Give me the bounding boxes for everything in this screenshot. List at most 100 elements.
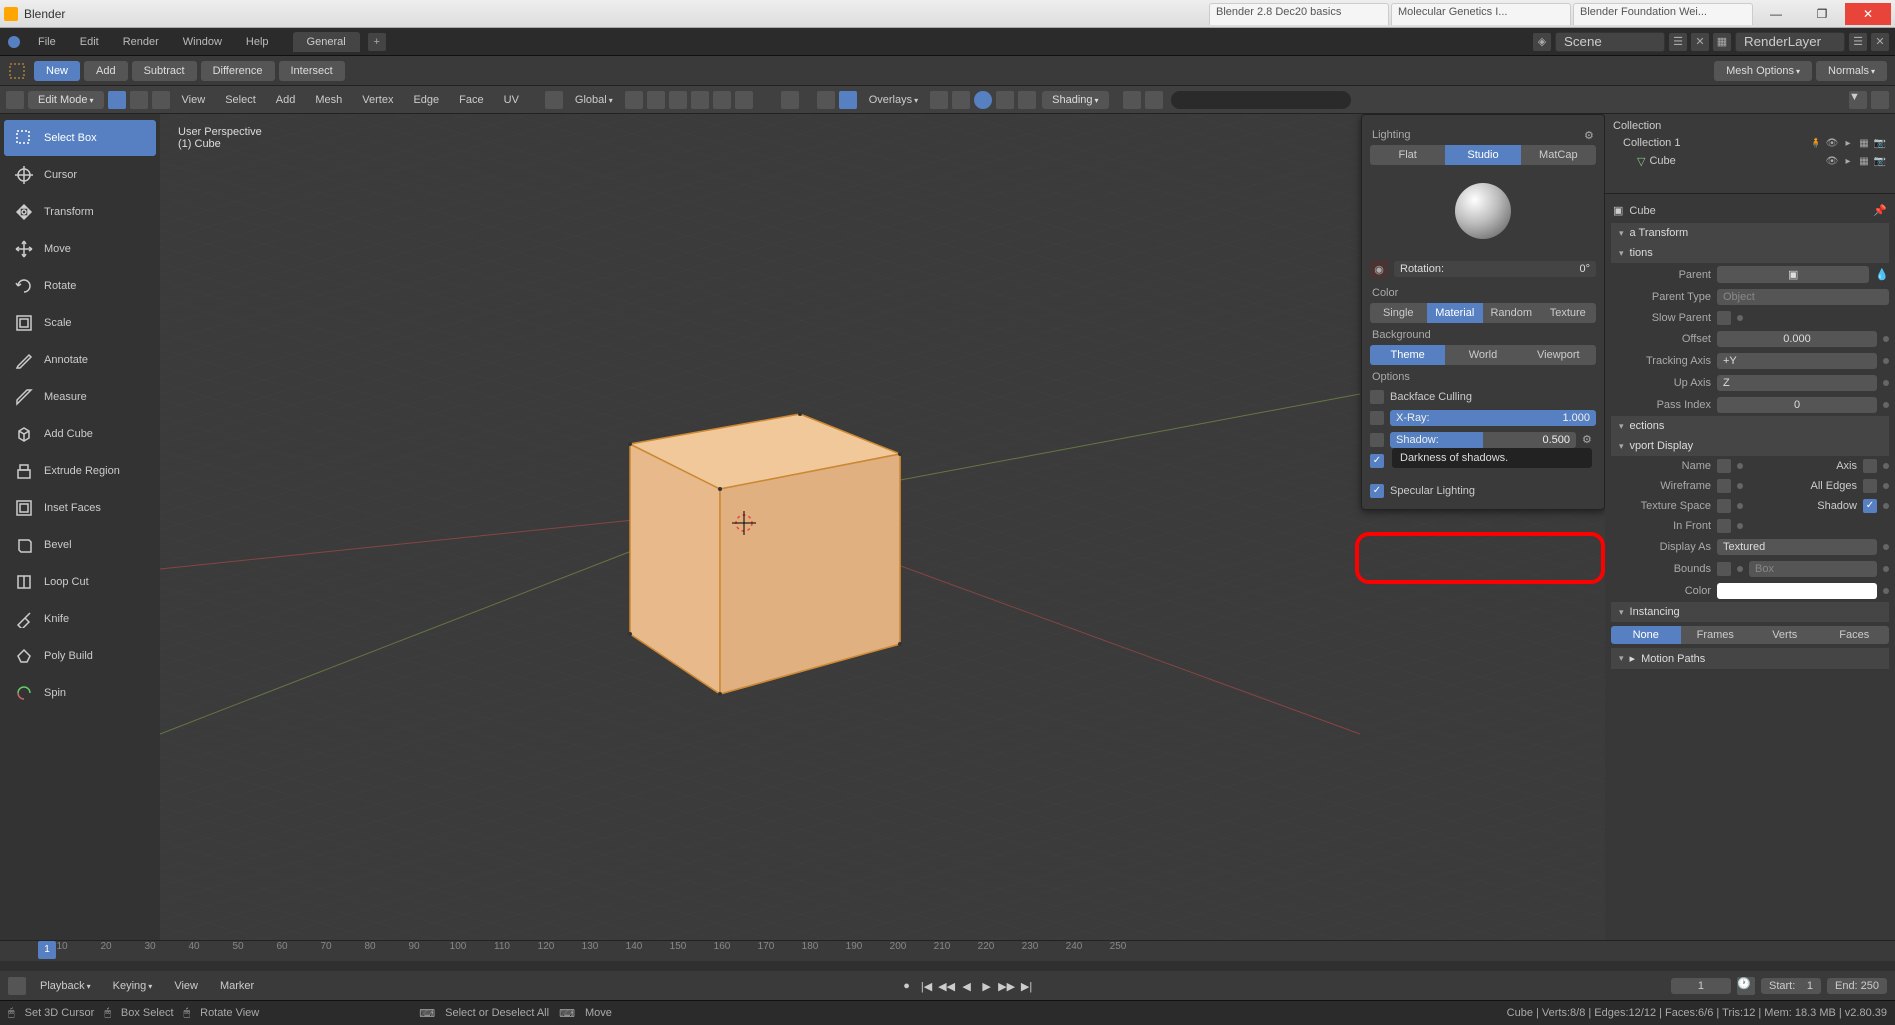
difference-button[interactable]: Difference — [201, 61, 275, 81]
shadow-gear-icon[interactable]: ⚙ — [1582, 433, 1596, 447]
xray-slider[interactable]: X-Ray:1.000 — [1390, 410, 1596, 426]
outliner-collection-1[interactable]: Collection 1 🧍👁▸▦📷 — [1609, 134, 1891, 152]
playback-menu[interactable]: Playback▾ — [32, 977, 99, 995]
shadow-checkbox-prop[interactable] — [1863, 499, 1877, 513]
solid-shading-icon[interactable] — [974, 91, 992, 109]
workspace-general[interactable]: General — [293, 32, 360, 52]
menu-window[interactable]: Window — [175, 32, 230, 52]
axis-checkbox[interactable] — [1863, 459, 1877, 473]
man-icon[interactable]: 🧍 — [1809, 136, 1823, 150]
shadow-checkbox[interactable] — [1370, 433, 1384, 447]
play-rev-button[interactable]: ◀ — [958, 977, 976, 995]
close-button[interactable]: ✕ — [1845, 3, 1891, 25]
arrow-icon[interactable]: ▸ — [1841, 136, 1855, 150]
overlay-icon[interactable] — [817, 91, 835, 109]
tool-loop-cut[interactable]: Loop Cut — [4, 564, 156, 600]
specular-checkbox[interactable] — [1370, 484, 1384, 498]
parent-field[interactable]: ▣ — [1717, 266, 1869, 283]
filter-icon[interactable] — [1123, 91, 1141, 109]
shadow-slider[interactable]: Shadow:0.500 — [1390, 432, 1576, 448]
add-button[interactable]: Add — [84, 61, 128, 81]
tracking-field[interactable]: +Y — [1717, 353, 1877, 369]
menu-face[interactable]: Face — [451, 91, 491, 109]
collections-section[interactable]: ections — [1611, 416, 1889, 436]
overlays-dropdown[interactable]: Overlays▾ — [861, 91, 926, 109]
jump-prev-key-button[interactable]: ◀◀ — [938, 977, 956, 995]
tool-rotate[interactable]: Rotate — [4, 268, 156, 304]
world-button[interactable]: World — [1445, 345, 1520, 365]
face-select-icon[interactable] — [152, 91, 170, 109]
none-button[interactable]: None — [1611, 626, 1681, 644]
cam-icon[interactable]: 📷 — [1873, 136, 1887, 150]
offset-field[interactable]: 0.000 — [1717, 331, 1877, 347]
faces-button[interactable]: Faces — [1820, 626, 1890, 644]
eyedrop-icon[interactable]: 💧 — [1875, 268, 1889, 281]
normals-button[interactable]: Normals▾ — [1816, 61, 1887, 81]
browser-tab[interactable]: Blender 2.8 Dec20 basics — [1209, 3, 1389, 25]
theme-button[interactable]: Theme — [1370, 345, 1445, 365]
motion-paths-section[interactable]: ▸ Motion Paths — [1611, 648, 1889, 669]
tool-annotate[interactable]: Annotate — [4, 342, 156, 378]
shading-dropdown[interactable]: Shading▾ — [1042, 91, 1108, 109]
orientation-icon[interactable] — [545, 91, 563, 109]
outliner-cube[interactable]: ▽Cube 👁▸▦📷 — [1609, 152, 1891, 170]
cube-mesh[interactable] — [600, 394, 920, 714]
single-button[interactable]: Single — [1370, 303, 1427, 323]
menu-file[interactable]: File — [30, 32, 64, 52]
pin-icon[interactable]: 📌 — [1873, 204, 1887, 217]
scene-field[interactable] — [1555, 32, 1665, 52]
instancing-section[interactable]: Instancing — [1611, 602, 1889, 622]
tool-poly-build[interactable]: Poly Build — [4, 638, 156, 674]
overlay-toggle-icon[interactable] — [839, 91, 857, 109]
autokeying-toggle[interactable]: ● — [898, 977, 916, 995]
menu-select[interactable]: Select — [217, 91, 264, 109]
tool-scale[interactable]: Scale — [4, 305, 156, 341]
frames-button[interactable]: Frames — [1681, 626, 1751, 644]
render-icon[interactable]: ▦ — [1857, 154, 1871, 168]
render-icon[interactable]: ▦ — [1857, 136, 1871, 150]
minimize-button[interactable]: — — [1753, 3, 1799, 25]
add-workspace-button[interactable]: + — [368, 33, 386, 51]
orientation-select[interactable]: Global▾ — [567, 91, 621, 109]
studio-button[interactable]: Studio — [1445, 145, 1520, 165]
mesh-options-button[interactable]: Mesh Options▾ — [1714, 61, 1812, 81]
maximize-button[interactable]: ❐ — [1799, 3, 1845, 25]
viewport-display-section[interactable]: vport Display — [1611, 436, 1889, 456]
pe-icon[interactable] — [691, 91, 709, 109]
world-toggle-icon[interactable]: ◉ — [1370, 260, 1388, 278]
editor-type-icon[interactable] — [6, 91, 24, 109]
flat-button[interactable]: Flat — [1370, 145, 1445, 165]
tool-knife[interactable]: Knife — [4, 601, 156, 637]
renderlayer-browse-button[interactable]: ☰ — [1849, 33, 1867, 51]
tool-cursor[interactable]: Cursor — [4, 157, 156, 193]
rotation-field[interactable]: Rotation:0° — [1394, 261, 1596, 277]
timeline-editor-icon[interactable] — [8, 977, 26, 995]
tool-inset[interactable]: Inset Faces — [4, 490, 156, 526]
subtract-button[interactable]: Subtract — [132, 61, 197, 81]
outliner-search[interactable] — [1171, 91, 1351, 109]
3d-viewport[interactable]: User Perspective (1) Cube ⊞ ◎ Lighting ⚙ — [160, 114, 1605, 940]
cavity-checkbox[interactable] — [1370, 454, 1384, 468]
snap-icon[interactable] — [647, 91, 665, 109]
play-button[interactable]: ▶ — [978, 977, 996, 995]
jump-start-button[interactable]: |◀ — [918, 977, 936, 995]
menu-view[interactable]: View — [174, 91, 214, 109]
preview-range-icon[interactable]: 🕐 — [1737, 977, 1755, 995]
menu-uv[interactable]: UV — [496, 91, 527, 109]
vis-icon[interactable] — [1145, 91, 1163, 109]
tool-move[interactable]: Move — [4, 231, 156, 267]
timeline-ruler[interactable]: 1 10203040506070809010011012013014015016… — [0, 941, 1895, 961]
pe3-icon[interactable] — [735, 91, 753, 109]
gizmo-icon[interactable] — [781, 91, 799, 109]
parent-type-field[interactable]: Object — [1717, 289, 1889, 305]
relations-section[interactable]: tions — [1611, 243, 1889, 263]
tool-measure[interactable]: Measure — [4, 379, 156, 415]
xray-icon[interactable] — [930, 91, 948, 109]
renderlayer-close-button[interactable]: ✕ — [1871, 33, 1889, 51]
xray-checkbox[interactable] — [1370, 411, 1384, 425]
eye-icon[interactable]: 👁 — [1825, 154, 1839, 168]
end-frame-field[interactable]: End:250 — [1827, 978, 1887, 994]
infront-checkbox[interactable] — [1717, 519, 1731, 533]
tool-select-box[interactable]: Select Box — [4, 120, 156, 156]
menu-render[interactable]: Render — [115, 32, 167, 52]
